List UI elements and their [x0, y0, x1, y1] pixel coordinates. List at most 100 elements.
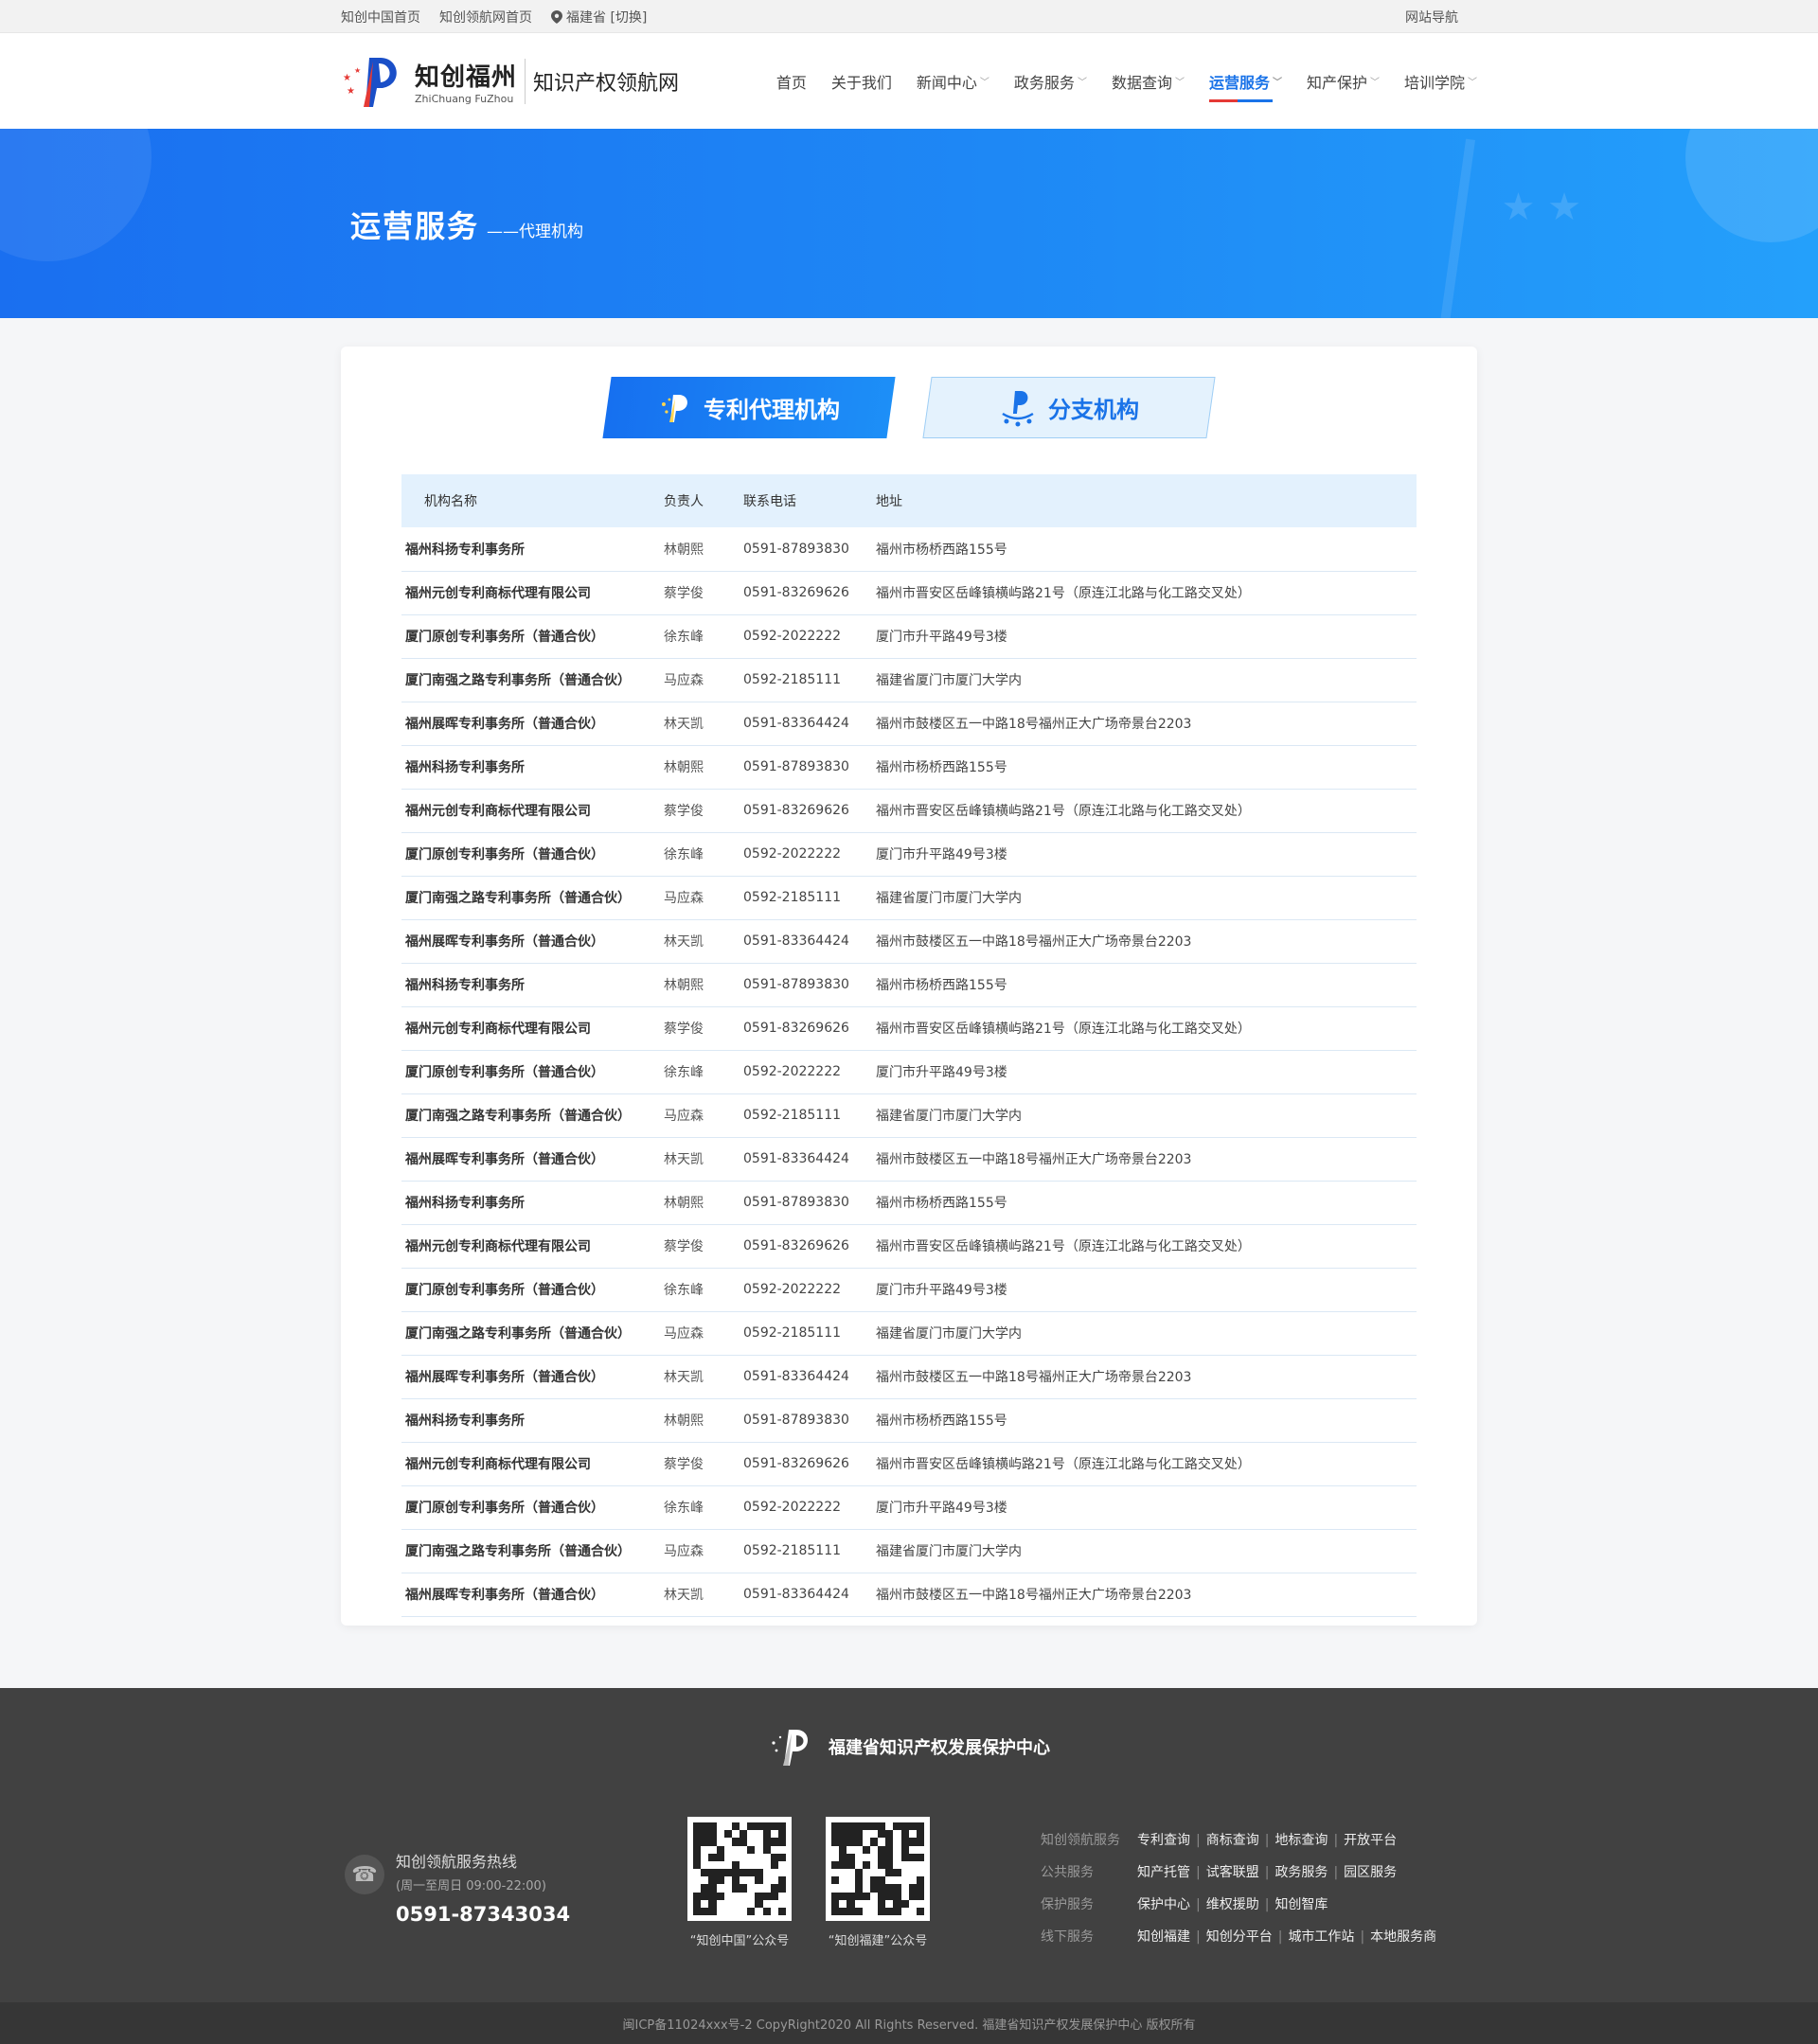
- nav-item-label: 关于我们: [830, 73, 892, 92]
- footer-link[interactable]: 商标查询: [1206, 1833, 1259, 1848]
- cell-agency-name: 福州展晖专利事务所（普通合伙）: [401, 702, 664, 746]
- cell-address: 福州市晋安区岳峰镇横屿路21号（原连江北路与化工路交叉处）: [876, 1224, 1417, 1269]
- nav-item-label: 培训学院: [1403, 73, 1465, 92]
- table-row[interactable]: 厦门南强之路专利事务所（普通合伙） 马应森 0592-2185111 福建省厦门市厦门…: [401, 876, 1417, 920]
- site-logo[interactable]: ★ ★ ★ 知创福州 ZhiChuang FuZhou 知识产权领航网: [341, 52, 679, 111]
- footer-link[interactable]: 园区服务: [1344, 1865, 1397, 1880]
- footer-link[interactable]: 政务服务: [1274, 1865, 1328, 1880]
- table-row[interactable]: 厦门原创专利事务所（普通合伙） 徐东峰 0592-2022222 厦门市升平路49号3…: [401, 1485, 1417, 1530]
- cell-person: 徐东峰: [664, 1050, 743, 1094]
- logo-divider: [525, 58, 526, 104]
- footer-link[interactable]: 知创智库: [1274, 1897, 1328, 1912]
- footer-link[interactable]: 专利查询: [1137, 1833, 1190, 1848]
- agency-table-header: 机构名称 负责人 联系电话 地址: [401, 474, 1417, 527]
- cell-agency-name: 厦门原创专利事务所（普通合伙）: [401, 832, 664, 877]
- banner-star-decoration: ★ ★: [1501, 186, 1581, 229]
- table-row[interactable]: 厦门原创专利事务所（普通合伙） 徐东峰 0592-2022222 厦门市升平路49号3…: [401, 832, 1417, 877]
- footer-link[interactable]: 试客联盟: [1206, 1865, 1259, 1880]
- table-row[interactable]: 福州元创专利商标代理有限公司 蔡学俊 0591-83269626 福州市晋安区岳峰镇横…: [401, 789, 1417, 833]
- table-row[interactable]: 厦门南强之路专利事务所（普通合伙） 马应森 0592-2185111 福建省厦门市厦门…: [401, 658, 1417, 702]
- table-row[interactable]: 厦门南强之路专利事务所（普通合伙） 马应森 0592-2185111 福建省厦门市厦门…: [401, 1311, 1417, 1356]
- chevron-down-icon: ﹀: [1369, 78, 1380, 88]
- hotline-number[interactable]: 0591-87343034: [396, 1903, 570, 1926]
- cell-person: 马应森: [664, 658, 743, 702]
- footer-brand: 福建省知识产权发展保护中心: [0, 1726, 1818, 1768]
- footer-link[interactable]: 知产托管: [1137, 1865, 1190, 1880]
- nav-item[interactable]: 数据查询 ﹀: [1112, 33, 1185, 129]
- site-navigation-link[interactable]: 网站导航: [1405, 8, 1458, 27]
- table-row[interactable]: 福州展晖专利事务所（普通合伙） 林天凯 0591-83364424 福州市鼓楼区五一中…: [401, 702, 1417, 746]
- cell-address: 福建省厦门市厦门大学内: [876, 658, 1417, 702]
- table-row[interactable]: 福州科扬专利事务所 林朝熙 0591-87893830 福州市杨桥西路155号: [401, 1398, 1417, 1443]
- cell-address: 福州市鼓楼区五一中路18号福州正大广场帝景台2203: [876, 1137, 1417, 1182]
- link-zhichuang-china-home[interactable]: 知创中国首页: [341, 8, 420, 27]
- footer-link[interactable]: 知创分平台: [1206, 1929, 1273, 1945]
- table-row[interactable]: 福州元创专利商标代理有限公司 蔡学俊 0591-83269626 福州市晋安区岳峰镇横…: [401, 1224, 1417, 1269]
- footer-link-group: 保护中心 | 维权援助 | 知创智库: [1137, 1894, 1328, 1913]
- table-row[interactable]: 福州展晖专利事务所（普通合伙） 林天凯 0591-83364424 福州市鼓楼区五一中…: [401, 1355, 1417, 1399]
- nav-item[interactable]: 培训学院 ﹀: [1404, 33, 1477, 129]
- table-row[interactable]: 福州展晖专利事务所（普通合伙） 林天凯 0591-83364424 福州市鼓楼区五一中…: [401, 1137, 1417, 1182]
- tab-branch-agency[interactable]: 分支机构: [922, 377, 1216, 438]
- agency-list-card: 专利代理机构 分支机构 机构名称 负责人 联系电话 地址 福州科扬专利事务所 林朝…: [341, 347, 1477, 1626]
- link-zhichuang-nav-home[interactable]: 知创领航网首页: [439, 8, 532, 27]
- table-row[interactable]: 厦门南强之路专利事务所（普通合伙） 马应森 0592-2185111 福建省厦门市厦门…: [401, 1529, 1417, 1573]
- footer-link-row: 线下服务 知创福建 | 知创分平台 | 城市工作站 | 本地服务商: [1041, 1920, 1436, 1952]
- table-row[interactable]: 福州展晖专利事务所（普通合伙） 林天凯 0591-83364424 福州市鼓楼区五一中…: [401, 1573, 1417, 1617]
- cell-agency-name: 福州元创专利商标代理有限公司: [401, 1006, 664, 1051]
- footer-link[interactable]: 知创福建: [1137, 1929, 1190, 1945]
- cell-person: 林朝熙: [664, 745, 743, 790]
- footer-link[interactable]: 保护中心: [1137, 1897, 1190, 1912]
- chevron-down-icon: ﹀: [1468, 78, 1477, 88]
- cell-agency-name: 福州展晖专利事务所（普通合伙）: [401, 919, 664, 964]
- cell-agency-name: 福州科扬专利事务所: [401, 963, 664, 1007]
- cell-phone: 0591-83364424: [743, 1137, 876, 1182]
- table-row[interactable]: 福州元创专利商标代理有限公司 蔡学俊 0591-83269626 福州市晋安区岳峰镇横…: [401, 1006, 1417, 1051]
- cell-address: 福州市杨桥西路155号: [876, 963, 1417, 1007]
- table-row[interactable]: 福州元创专利商标代理有限公司 蔡学俊 0591-83269626 福州市晋安区岳峰镇横…: [401, 571, 1417, 615]
- cell-agency-name: 福州展晖专利事务所（普通合伙）: [401, 1137, 664, 1182]
- location-pin-icon: [551, 9, 562, 24]
- cell-phone: 0591-87893830: [743, 1398, 876, 1443]
- link-separator: |: [1196, 1865, 1201, 1880]
- table-row[interactable]: 福州展晖专利事务所（普通合伙） 林天凯 0591-83364424 福州市鼓楼区五一中…: [401, 919, 1417, 964]
- cell-person: 马应森: [664, 1311, 743, 1356]
- cell-agency-name: 福州元创专利商标代理有限公司: [401, 1224, 664, 1269]
- agency-tabs: 专利代理机构 分支机构: [341, 377, 1477, 438]
- cell-address: 厦门市升平路49号3楼: [876, 1485, 1417, 1530]
- hotline-hours: (周一至周日 09:00-22:00): [396, 1879, 546, 1893]
- table-row[interactable]: 福州科扬专利事务所 林朝熙 0591-87893830 福州市杨桥西路155号: [401, 527, 1417, 572]
- footer-link[interactable]: 地标查询: [1274, 1833, 1328, 1848]
- cell-agency-name: 厦门南强之路专利事务所（普通合伙）: [401, 1529, 664, 1573]
- svg-text:★: ★: [343, 73, 351, 83]
- cell-agency-name: 福州科扬专利事务所: [401, 527, 664, 572]
- cell-agency-name: 厦门原创专利事务所（普通合伙）: [401, 614, 664, 659]
- cell-agency-name: 福州展晖专利事务所（普通合伙）: [401, 1573, 664, 1617]
- nav-item[interactable]: 新闻中心 ﹀: [917, 33, 989, 129]
- location-label: 福建省 [切换]: [566, 9, 648, 26]
- cell-phone: 0592-2185111: [743, 658, 876, 702]
- cell-person: 徐东峰: [664, 614, 743, 659]
- location-switcher[interactable]: 福建省 [切换]: [551, 8, 647, 27]
- table-row[interactable]: 厦门原创专利事务所（普通合伙） 徐东峰 0592-2022222 厦门市升平路49号3…: [401, 614, 1417, 659]
- table-row[interactable]: 福州科扬专利事务所 林朝熙 0591-87893830 福州市杨桥西路155号: [401, 1181, 1417, 1225]
- tab-patent-agency[interactable]: 专利代理机构: [602, 377, 896, 438]
- cell-person: 徐东峰: [664, 1268, 743, 1312]
- nav-item[interactable]: 首页: [776, 33, 807, 129]
- table-row[interactable]: 福州科扬专利事务所 林朝熙 0591-87893830 福州市杨桥西路155号: [401, 745, 1417, 790]
- nav-item[interactable]: 运营服务 ﹀: [1208, 33, 1282, 129]
- footer-link[interactable]: 维权援助: [1206, 1897, 1259, 1912]
- footer-link-row: 保护服务 保护中心 | 维权援助 | 知创智库: [1041, 1888, 1436, 1920]
- table-row[interactable]: 厦门原创专利事务所（普通合伙） 徐东峰 0592-2022222 厦门市升平路49号3…: [401, 1268, 1417, 1312]
- nav-item[interactable]: 知产保护 ﹀: [1307, 33, 1380, 129]
- table-row[interactable]: 厦门南强之路专利事务所（普通合伙） 马应森 0592-2185111 福建省厦门市厦门…: [401, 1093, 1417, 1138]
- footer-link[interactable]: 开放平台: [1344, 1833, 1397, 1848]
- table-row[interactable]: 福州元创专利商标代理有限公司 蔡学俊 0591-83269626 福州市晋安区岳峰镇横…: [401, 1442, 1417, 1486]
- tab-patent-label: 专利代理机构: [704, 397, 840, 423]
- footer-link[interactable]: 本地服务商: [1370, 1929, 1436, 1945]
- table-row[interactable]: 福州科扬专利事务所 林朝熙 0591-87893830 福州市杨桥西路155号: [401, 963, 1417, 1007]
- nav-item[interactable]: 关于我们: [831, 33, 892, 129]
- nav-item[interactable]: 政务服务 ﹀: [1014, 33, 1087, 129]
- table-row[interactable]: 厦门原创专利事务所（普通合伙） 徐东峰 0592-2022222 厦门市升平路49号3…: [401, 1050, 1417, 1094]
- footer-link[interactable]: 城市工作站: [1288, 1929, 1354, 1945]
